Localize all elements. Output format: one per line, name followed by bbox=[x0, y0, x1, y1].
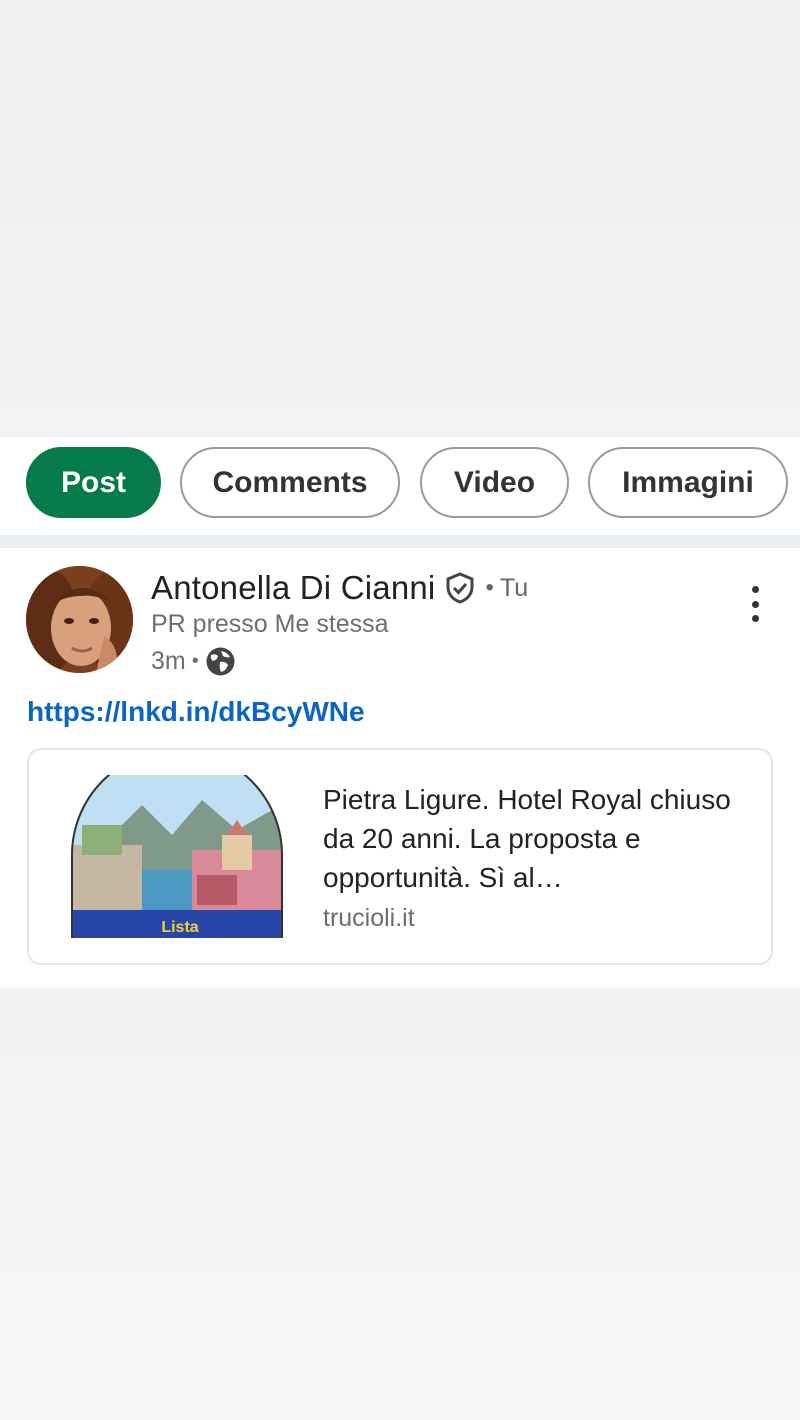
author-line: Antonella Di Cianni • Tu bbox=[151, 568, 528, 608]
author-name[interactable]: Antonella Di Cianni bbox=[151, 569, 435, 607]
post-card: Antonella Di Cianni • Tu PR presso Me st… bbox=[0, 548, 800, 988]
post-meta: 3m • bbox=[151, 644, 236, 678]
thumbnail-caption: Lista bbox=[161, 919, 198, 936]
tab-video[interactable]: Video bbox=[420, 447, 569, 518]
top-blank-area bbox=[0, 0, 800, 405]
more-options-icon[interactable] bbox=[740, 584, 770, 624]
page: Post Comments Video Immagini Antonella D… bbox=[0, 0, 800, 1420]
avatar-photo bbox=[26, 566, 133, 673]
tab-post[interactable]: Post bbox=[26, 447, 161, 518]
author-headline: PR presso Me stessa bbox=[151, 610, 389, 638]
preview-title: Pietra Ligure. Hotel Royal chiuso da 20 … bbox=[323, 784, 731, 893]
separator-dot: • bbox=[191, 649, 199, 672]
link-preview-card[interactable]: Lista Pietra Ligure. Hotel Royal chiuso … bbox=[27, 748, 773, 965]
you-label: Tu bbox=[499, 573, 529, 602]
post-time: 3m bbox=[151, 646, 186, 675]
filter-bar: Post Comments Video Immagini bbox=[0, 437, 800, 535]
section-divider bbox=[0, 535, 800, 548]
separator-dot: • bbox=[485, 574, 494, 601]
globe-icon bbox=[205, 646, 236, 677]
bottom-blank-area bbox=[0, 988, 800, 1420]
verified-shield-icon bbox=[443, 571, 477, 605]
tab-images[interactable]: Immagini bbox=[588, 447, 788, 518]
post-link[interactable]: https://lnkd.in/dkBcyWNe bbox=[27, 696, 365, 728]
preview-source: trucioli.it bbox=[323, 904, 415, 932]
author-avatar[interactable] bbox=[26, 566, 133, 673]
tab-comments[interactable]: Comments bbox=[180, 447, 400, 518]
preview-thumbnail: Lista bbox=[62, 749, 292, 938]
